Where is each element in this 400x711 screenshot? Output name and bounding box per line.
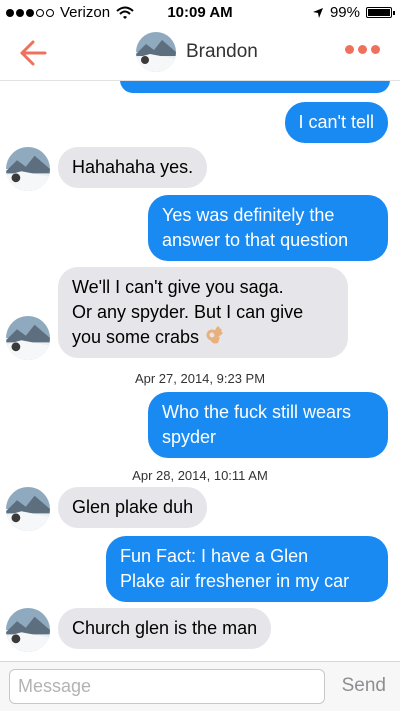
message-text: Church glen is the man xyxy=(72,618,258,638)
battery-icon xyxy=(366,7,395,18)
message-composer: Send xyxy=(0,661,400,711)
sender-avatar[interactable] xyxy=(6,487,50,531)
message-bubble-incoming[interactable]: Church glen is the man xyxy=(58,608,272,649)
message-line: spyder xyxy=(162,427,217,447)
message-text: Hahahaha yes. xyxy=(72,157,194,177)
message-bubble-incoming[interactable]: Hahahaha yes. xyxy=(58,147,208,188)
message-line: you some crabs xyxy=(72,327,200,347)
chat-thread[interactable]: I can't tell Hahahaha yes. Yes was defin… xyxy=(0,81,400,661)
contact-name: Brandon xyxy=(186,41,258,62)
message-input[interactable] xyxy=(9,669,325,704)
message-line: We'll I can't give you saga. xyxy=(72,277,284,297)
send-button[interactable]: Send xyxy=(342,675,386,697)
location-arrow-icon xyxy=(312,7,323,18)
contact-header[interactable]: Brandon xyxy=(136,32,258,72)
sender-avatar[interactable] xyxy=(6,316,50,360)
status-right: 99% xyxy=(312,4,395,21)
message-line: Yes was definitely the xyxy=(162,205,335,225)
message-line: answer to that question xyxy=(162,230,349,250)
more-options-icon[interactable] xyxy=(345,45,380,54)
message-bubble-outgoing[interactable]: Yes was definitely the answer to that qu… xyxy=(148,195,388,261)
contact-avatar[interactable] xyxy=(136,32,176,72)
battery-percent: 99% xyxy=(329,4,360,21)
message-timestamp: Apr 28, 2014, 10:11 AM xyxy=(132,468,268,483)
sender-avatar[interactable] xyxy=(6,147,50,191)
message-line: Fun Fact: I have a Glen xyxy=(120,546,309,566)
message-text: Glen plake duh xyxy=(72,497,194,517)
status-bar: Verizon 10:09 AM 99% xyxy=(0,0,400,26)
message-text: I can't tell xyxy=(298,112,374,132)
sender-avatar[interactable] xyxy=(6,608,50,652)
message-line-with-emoji: you some crabs xyxy=(72,325,334,350)
message-bubble-incoming[interactable]: Glen plake duh xyxy=(58,487,208,528)
back-arrow-icon[interactable] xyxy=(18,38,48,68)
message-timestamp: Apr 27, 2014, 9:23 PM xyxy=(134,371,266,386)
message-bubble-outgoing[interactable]: I can't tell xyxy=(284,102,388,143)
message-bubble-outgoing-partial xyxy=(120,81,390,93)
message-line: Who the fuck still wears xyxy=(162,402,352,422)
message-bubble-outgoing[interactable]: Fun Fact: I have a Glen Plake air freshe… xyxy=(106,536,388,602)
nav-bar: Brandon xyxy=(0,26,400,81)
ok-hand-emoji-icon xyxy=(206,326,223,344)
message-line: Or any spyder. But I can give xyxy=(72,302,304,322)
message-bubble-incoming[interactable]: We'll I can't give you saga. Or any spyd… xyxy=(58,267,348,358)
message-bubble-outgoing[interactable]: Who the fuck still wears spyder xyxy=(148,392,388,458)
message-line: Plake air freshener in my car xyxy=(120,571,350,591)
